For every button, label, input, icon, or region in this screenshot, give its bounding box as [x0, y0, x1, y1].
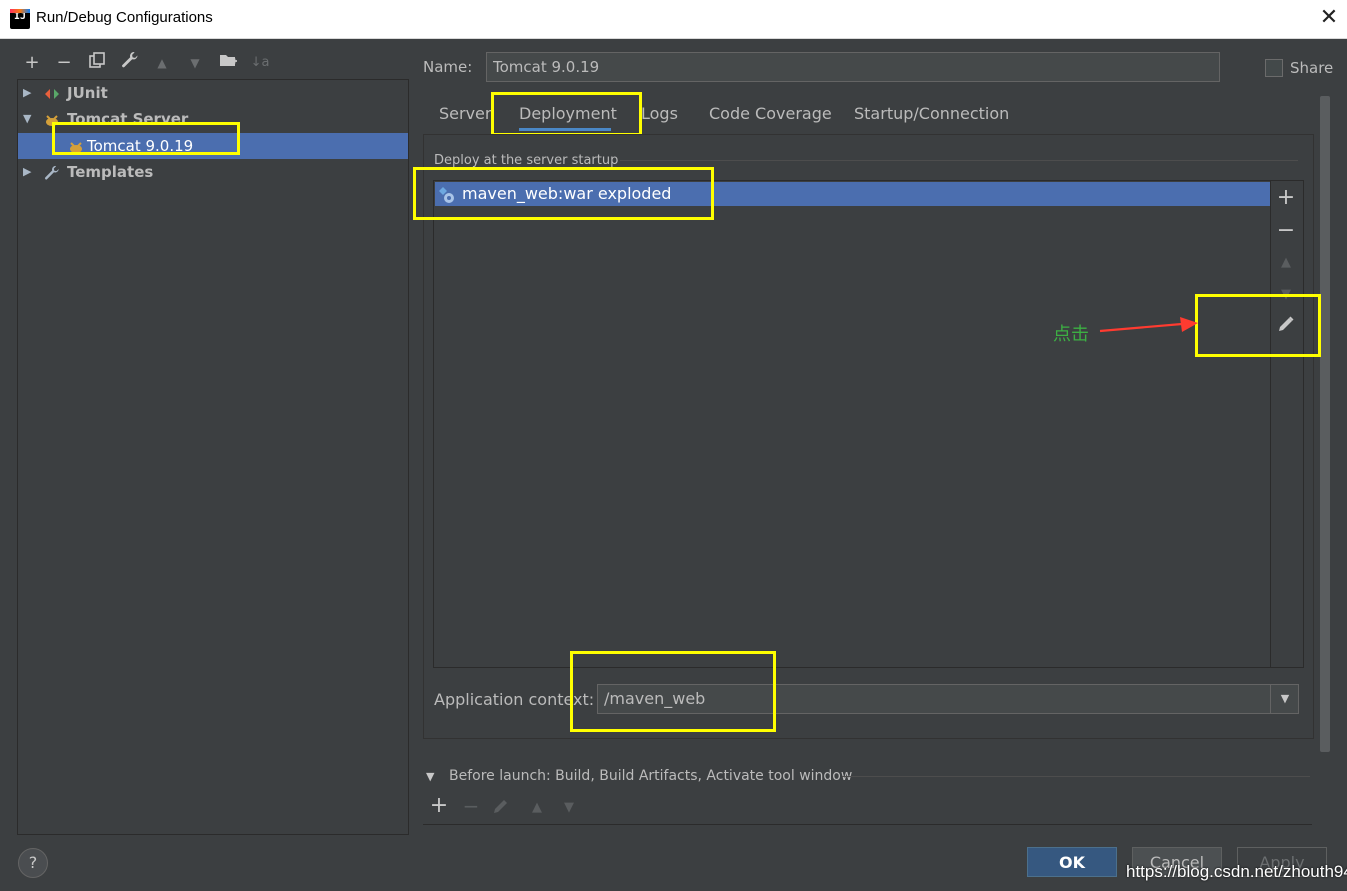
copy-configuration-button[interactable] — [85, 51, 109, 75]
tab-server[interactable]: Server — [439, 100, 491, 128]
move-down-button[interactable]: ▼ — [1274, 283, 1298, 307]
deployment-list: maven_web:war exploded + − ▲ ▼ — [433, 180, 1304, 668]
tab-startup-connection[interactable]: Startup/Connection — [854, 100, 1009, 128]
intellij-app-icon: IJ — [10, 9, 30, 29]
expand-arrow-icon[interactable]: ▶ — [23, 80, 31, 106]
watermark: https://blog.csdn.net/zhouth94 — [1126, 862, 1347, 881]
list-item-label: maven_web:war exploded — [462, 184, 672, 203]
sort-button[interactable]: ↓a — [248, 51, 272, 75]
wrench-icon — [44, 165, 59, 180]
annotation-label: 点击 — [1053, 324, 1089, 345]
name-label: Name: — [423, 58, 473, 76]
move-down-button[interactable]: ▼ — [557, 796, 581, 820]
move-up-button[interactable]: ▲ — [525, 796, 549, 820]
add-configuration-button[interactable]: + — [20, 51, 44, 75]
before-launch-divider — [842, 776, 1310, 777]
tree-item-junit[interactable]: ▶ JUnit — [18, 80, 408, 106]
copy-icon — [89, 52, 105, 68]
folder-icon — [220, 55, 237, 66]
ok-button[interactable]: OK — [1027, 847, 1117, 877]
artifact-icon — [439, 187, 454, 203]
edit-task-button[interactable] — [492, 797, 516, 821]
title-bar: IJ Run/Debug Configurations ✕ — [0, 0, 1347, 39]
help-button[interactable]: ? — [18, 848, 48, 878]
remove-artifact-button[interactable]: − — [1274, 219, 1298, 243]
move-up-button[interactable]: ▲ — [1274, 251, 1298, 275]
tree-item-tomcat-9[interactable]: Tomcat 9.0.19 — [18, 133, 408, 159]
vertical-scrollbar[interactable] — [1320, 96, 1330, 752]
expand-arrow-icon[interactable]: ▶ — [23, 159, 31, 185]
tab-logs[interactable]: Logs — [641, 100, 678, 128]
remove-configuration-button[interactable]: − — [52, 51, 76, 75]
edit-defaults-button[interactable] — [118, 51, 142, 75]
tree-item-templates[interactable]: ▶ Templates — [18, 159, 408, 185]
collapse-arrow-icon[interactable]: ▼ — [23, 106, 31, 132]
pencil-icon — [1279, 316, 1294, 331]
share-checkbox[interactable] — [1265, 59, 1283, 77]
before-launch-label: Before launch: Build, Build Artifacts, A… — [449, 768, 853, 784]
name-field[interactable] — [486, 52, 1220, 82]
add-task-button[interactable]: + — [427, 794, 451, 818]
deploy-section-title: Deploy at the server startup — [434, 153, 619, 168]
new-folder-button[interactable] — [216, 51, 240, 75]
tab-code-coverage[interactable]: Code Coverage — [709, 100, 832, 128]
annotation-arrow-icon — [1099, 317, 1198, 333]
tomcat-icon — [46, 115, 58, 126]
pencil-icon — [494, 800, 507, 813]
list-item[interactable]: maven_web:war exploded — [435, 182, 1270, 206]
junit-icon — [45, 89, 59, 99]
remove-task-button[interactable]: − — [459, 794, 483, 818]
chevron-down-icon[interactable]: ▼ — [1270, 685, 1299, 713]
share-label: Share — [1290, 59, 1334, 77]
before-launch-list — [423, 824, 1312, 835]
close-icon[interactable]: ✕ — [1315, 4, 1343, 32]
application-context-label: Application context: — [434, 690, 595, 709]
list-toolbar-divider — [1270, 181, 1271, 667]
move-up-button[interactable]: ▲ — [150, 51, 174, 75]
move-down-button[interactable]: ▼ — [183, 51, 207, 75]
tab-deployment[interactable]: Deployment — [519, 100, 617, 131]
add-artifact-button[interactable]: + — [1274, 186, 1298, 210]
application-context-value: /maven_web — [604, 689, 706, 708]
application-context-combo[interactable]: /maven_web ▼ — [597, 684, 1299, 714]
wrench-icon — [122, 52, 138, 68]
tree-item-tomcat-server[interactable]: ▼ Tomcat Server — [18, 106, 408, 132]
section-divider — [620, 160, 1298, 161]
configuration-tree: ▶ JUnit ▼ Tomcat Server Tomcat 9.0.19 ▶ … — [17, 79, 409, 835]
tomcat-icon — [70, 142, 82, 153]
collapse-arrow-icon[interactable]: ▼ — [426, 770, 434, 783]
edit-artifact-button[interactable] — [1274, 315, 1298, 339]
window-title: Run/Debug Configurations — [36, 9, 213, 26]
